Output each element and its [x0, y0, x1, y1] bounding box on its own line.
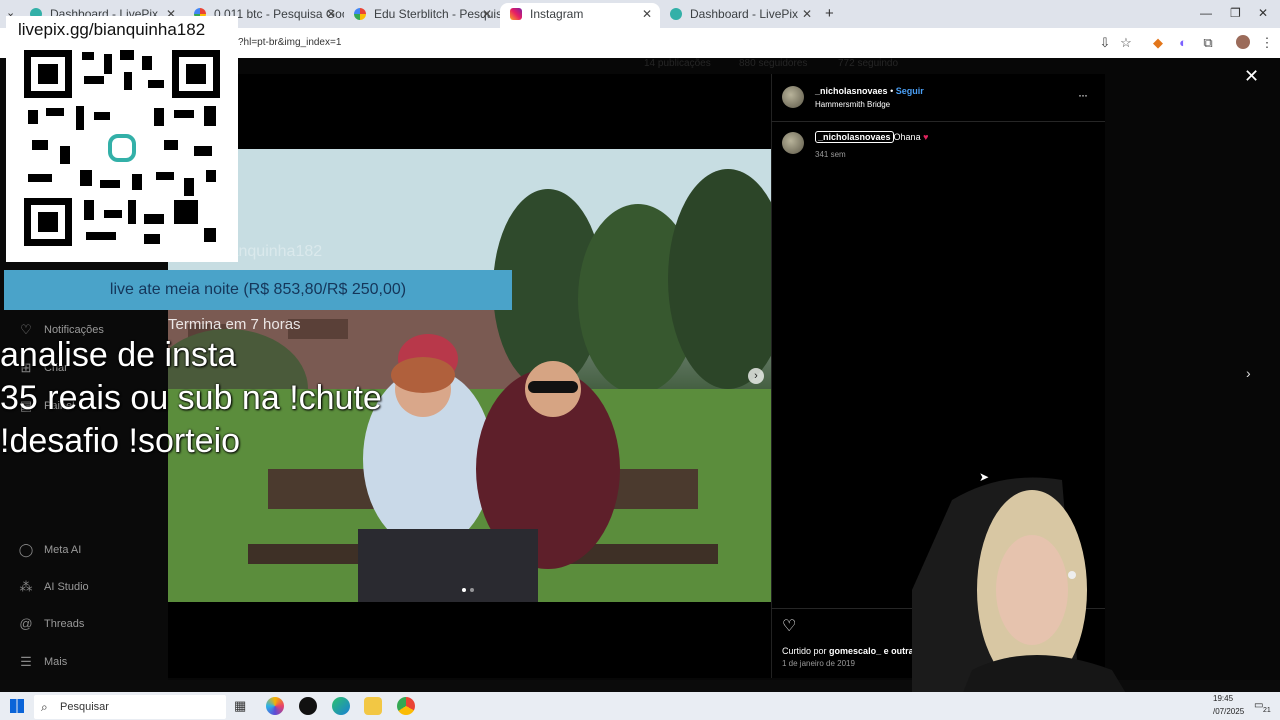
install-app-icon[interactable]: ⇩ — [1097, 35, 1113, 51]
tab-dashboard-livepix-2[interactable]: Dashboard - LivePix ✕ — [660, 3, 820, 28]
liked-by-prefix: Curtido por — [782, 646, 827, 656]
url-field[interactable]: ?hl=pt-br&img_index=1 — [238, 37, 341, 48]
author-username[interactable]: _nicholasnovaes — [815, 86, 888, 96]
close-tab-icon[interactable]: ✕ — [326, 3, 336, 25]
tab-instagram[interactable]: Instagram ✕ — [500, 3, 660, 28]
overlay-line-3: !desafio !sorteio — [0, 422, 241, 460]
caption-age: 341 sem — [815, 150, 846, 159]
extension-icon[interactable]: ◐ — [1175, 35, 1191, 51]
photo-scene — [168, 149, 771, 602]
overlay-line-2: 35 reais ou sub na !chute — [0, 379, 382, 417]
close-tab-icon[interactable]: ✕ — [642, 3, 652, 25]
copilot-icon[interactable] — [266, 697, 284, 715]
task-view-icon[interactable]: ▦ — [234, 698, 246, 714]
more-options-icon[interactable]: ··· — [1078, 88, 1088, 102]
close-tab-icon[interactable]: ✕ — [482, 3, 492, 25]
restore-icon[interactable]: ❐ — [1230, 6, 1241, 20]
post-date: 1 de janeiro de 2019 — [782, 659, 855, 668]
liked-by: Curtido por gomescalo_ e outras pe — [782, 646, 932, 656]
sidebar-item-label: Meta AI — [44, 544, 82, 556]
windows-start-icon[interactable] — [10, 699, 24, 713]
caption-username[interactable]: _nicholasnovaes — [815, 131, 894, 143]
tab-google-edu[interactable]: Edu Sterblitch - Pesquisa Google ✕ — [344, 3, 500, 28]
minimize-icon[interactable]: — — [1200, 6, 1212, 20]
sidebar-item-threads[interactable]: @ Threads — [18, 614, 84, 634]
qr-code-image — [24, 50, 220, 246]
chrome-menu-icon[interactable]: ⋮ — [1259, 35, 1275, 51]
menu-icon: ☰ — [20, 654, 32, 669]
qr-url: livepix.gg/bianquinha182 — [18, 20, 206, 39]
caption-text: Ohana — [893, 132, 921, 142]
carousel-dots — [462, 588, 486, 594]
threads-icon: @ — [19, 616, 33, 631]
author-avatar[interactable] — [782, 86, 804, 108]
sidebar-item-meta-ai[interactable]: ◯ Meta AI — [18, 540, 82, 560]
goal-timer: Termina em 7 horas — [168, 316, 301, 333]
file-explorer-icon[interactable] — [364, 697, 382, 715]
studio-icon: ⁂ — [19, 579, 33, 594]
sidebar-item-label: Mais — [44, 656, 68, 668]
close-window-icon[interactable]: ✕ — [1258, 6, 1268, 20]
post-location[interactable]: Hammersmith Bridge — [815, 100, 890, 109]
post-photo[interactable] — [168, 149, 771, 602]
tab-label: Dashboard - LivePix — [690, 7, 799, 21]
heart-emoji-icon: ♥ — [923, 132, 929, 142]
google-favicon-icon — [354, 8, 366, 20]
sidebar-item-ai-studio[interactable]: ⁂ AI Studio — [18, 577, 89, 597]
follow-button[interactable]: Seguir — [896, 86, 924, 96]
qr-watermark-text: livepix.gg/bianquinha182 — [146, 243, 323, 260]
separator-dot: • — [890, 86, 894, 96]
new-tab-button[interactable]: + — [825, 5, 834, 22]
caption: _nicholasnovaes Ohana ♥ — [815, 131, 929, 143]
search-placeholder: Pesquisar — [60, 701, 109, 713]
like-heart-icon[interactable]: ♡ — [782, 616, 796, 636]
webcam-scene — [912, 477, 1142, 720]
post-header: _nicholasnovaes • Seguir — [815, 86, 924, 96]
extensions-puzzle-icon[interactable]: ⧉ — [1200, 35, 1216, 51]
caption-avatar[interactable] — [782, 132, 804, 154]
obs-icon[interactable] — [299, 697, 317, 715]
circle-icon: ◯ — [18, 542, 34, 557]
metamask-extension-icon[interactable]: ◆ — [1150, 35, 1166, 51]
notification-count: 21 — [1263, 707, 1271, 714]
search-icon: ⌕ — [41, 700, 48, 714]
close-tab-icon[interactable]: ✕ — [802, 3, 812, 25]
sidebar-item-more[interactable]: ☰ Mais — [18, 652, 67, 672]
mouse-cursor-icon: ➤ — [979, 470, 990, 484]
bookmark-star-icon[interactable]: ☆ — [1118, 35, 1134, 51]
edge-icon[interactable] — [332, 697, 350, 715]
profile-avatar[interactable] — [1236, 35, 1250, 49]
chrome-icon[interactable] — [397, 697, 415, 715]
tab-label: Instagram — [530, 7, 584, 21]
sidebar-item-label: Threads — [44, 618, 85, 630]
sidebar-item-label: AI Studio — [44, 581, 89, 593]
liked-by-user[interactable]: gomescalo_ — [829, 646, 881, 656]
instagram-favicon-icon — [510, 8, 522, 20]
divider — [771, 121, 1105, 122]
webcam-feed — [912, 470, 1212, 720]
sidebar-item-label: Notificações — [44, 324, 104, 336]
clock-date[interactable]: /07/2025 — [1213, 707, 1244, 716]
close-modal-icon[interactable]: ✕ — [1244, 66, 1259, 87]
livepix-favicon-icon — [670, 8, 682, 20]
taskbar-search[interactable]: ⌕ Pesquisar — [34, 695, 226, 719]
next-photo-button[interactable]: › — [748, 368, 764, 384]
overlay-line-1: analise de insta — [0, 336, 237, 374]
next-post-icon[interactable]: › — [1246, 365, 1251, 381]
clock-time[interactable]: 19:45 — [1213, 694, 1233, 703]
goal-text: live ate meia noite (R$ 853,80/R$ 250,00… — [109, 281, 407, 298]
